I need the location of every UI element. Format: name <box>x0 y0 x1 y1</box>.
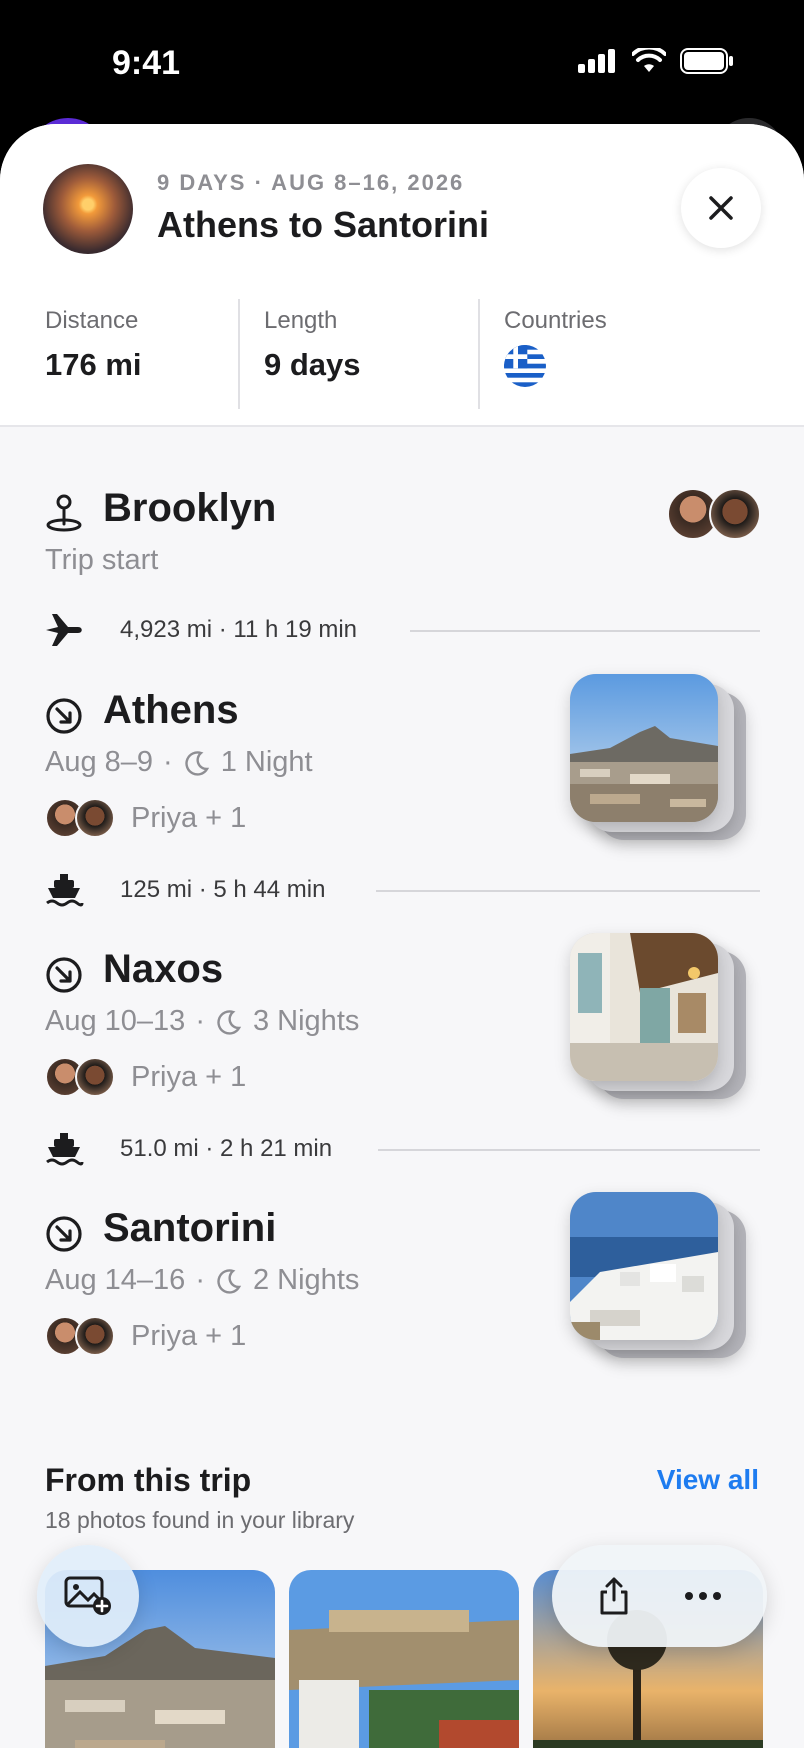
status-time: 9:41 <box>112 44 181 82</box>
gallery-photo[interactable] <box>289 1570 519 1748</box>
stop-people[interactable]: Priya + 1 <box>45 798 246 838</box>
more-icon[interactable] <box>684 1591 722 1601</box>
stat-length: Length 9 days <box>238 299 478 409</box>
section-subtitle: 18 photos found in your library <box>45 1507 355 1533</box>
arrow-circle-icon <box>46 957 82 993</box>
wifi-icon <box>632 48 666 72</box>
stack-photo-santorini <box>570 1192 718 1340</box>
stop-dates: Aug 8–9 <box>45 746 154 778</box>
place-subtitle: Aug 8–9 · 1 Night <box>45 746 313 779</box>
trip-header: 9 DAYS · AUG 8–16, 2026 Athens to Santor… <box>0 124 804 427</box>
photo-stack[interactable] <box>570 933 746 1099</box>
trip-stats: Distance 176 mi Length 9 days Countries <box>0 299 804 409</box>
moon-icon <box>217 1268 242 1294</box>
people-label: Priya + 1 <box>131 1319 247 1352</box>
stop-nights: 2 Nights <box>252 1264 360 1296</box>
avatar <box>75 1057 115 1097</box>
place-name: Brooklyn <box>103 486 277 530</box>
stat-value: 9 days <box>264 347 361 382</box>
separator: · <box>195 1005 205 1037</box>
greece-flag <box>504 345 546 387</box>
stat-label: Distance <box>45 307 139 334</box>
leg-divider <box>410 630 760 632</box>
trip-thumbnail <box>43 164 133 254</box>
trip-meta: 9 DAYS · AUG 8–16, 2026 <box>157 170 465 195</box>
pin-icon <box>46 494 82 532</box>
leg-divider <box>376 890 760 892</box>
stack-photo-naxos <box>570 933 718 1081</box>
avatar <box>75 1316 115 1356</box>
trip-start-label: Trip start <box>45 544 159 576</box>
leg-distance-time: 125 mi · 5 h 44 min <box>120 876 326 903</box>
battery-icon <box>680 48 733 74</box>
travel-leg: 51.0 mi · 2 h 21 min <box>0 1129 804 1169</box>
section-title: From this trip <box>45 1462 252 1498</box>
stat-countries: Countries <box>478 299 716 409</box>
leg-divider <box>378 1149 760 1151</box>
ferry-icon <box>46 1133 84 1166</box>
status-bar: 9:41 <box>0 0 804 130</box>
travel-leg: 125 mi · 5 h 44 min <box>0 870 804 910</box>
avatar <box>75 798 115 838</box>
add-photo-button[interactable] <box>37 1545 139 1647</box>
arrow-circle-icon <box>46 1216 82 1252</box>
photo-stack[interactable] <box>570 1192 746 1358</box>
stop-nights: 3 Nights <box>252 1005 360 1037</box>
ferry-icon <box>46 874 84 907</box>
stop-people[interactable]: Priya + 1 <box>45 1057 246 1097</box>
trip-title: Athens to Santorini <box>157 204 489 245</box>
moon-icon <box>217 1009 242 1035</box>
arrow-circle-icon <box>46 698 82 734</box>
avatar <box>709 488 761 540</box>
stop-dates: Aug 14–16 <box>45 1264 186 1296</box>
stop-nights: 1 Night <box>220 746 313 778</box>
status-icons <box>578 48 734 74</box>
stack-photo-athens <box>570 674 718 822</box>
stat-value: 176 mi <box>45 347 142 382</box>
moon-icon <box>185 750 209 776</box>
people-label: Priya + 1 <box>131 801 247 834</box>
leg-distance-time: 4,923 mi · 11 h 19 min <box>120 616 358 643</box>
view-all-link[interactable]: View all <box>657 1464 759 1496</box>
actions-pill <box>552 1545 767 1647</box>
stat-label: Countries <box>504 307 607 334</box>
place-name: Naxos <box>103 947 224 991</box>
stat-distance: Distance 176 mi <box>0 299 238 409</box>
cellular-signal-icon <box>578 49 615 73</box>
stop-dates: Aug 10–13 <box>45 1005 186 1037</box>
travel-leg: 4,923 mi · 11 h 19 min <box>0 610 804 650</box>
place-subtitle: Aug 10–13 · 3 Nights <box>45 1005 359 1038</box>
close-button[interactable] <box>681 168 761 248</box>
close-icon <box>709 196 733 220</box>
share-icon[interactable] <box>597 1576 631 1616</box>
people-label: Priya + 1 <box>131 1060 247 1093</box>
place-subtitle: Aug 14–16 · 2 Nights <box>45 1264 359 1297</box>
photo-stack[interactable] <box>570 674 746 840</box>
place-subtitle: Trip start <box>45 544 158 577</box>
airplane-icon <box>46 614 82 646</box>
separator: · <box>163 746 173 778</box>
stat-label: Length <box>264 307 338 334</box>
leg-distance-time: 51.0 mi · 2 h 21 min <box>120 1135 333 1162</box>
travelers-avatars[interactable] <box>667 488 761 540</box>
add-photo-icon <box>64 1576 111 1615</box>
stop-people[interactable]: Priya + 1 <box>45 1316 246 1356</box>
trip-sheet: 9 DAYS · AUG 8–16, 2026 Athens to Santor… <box>0 124 804 1748</box>
place-name: Athens <box>103 688 239 732</box>
place-name: Santorini <box>103 1206 277 1250</box>
separator: · <box>195 1264 205 1296</box>
